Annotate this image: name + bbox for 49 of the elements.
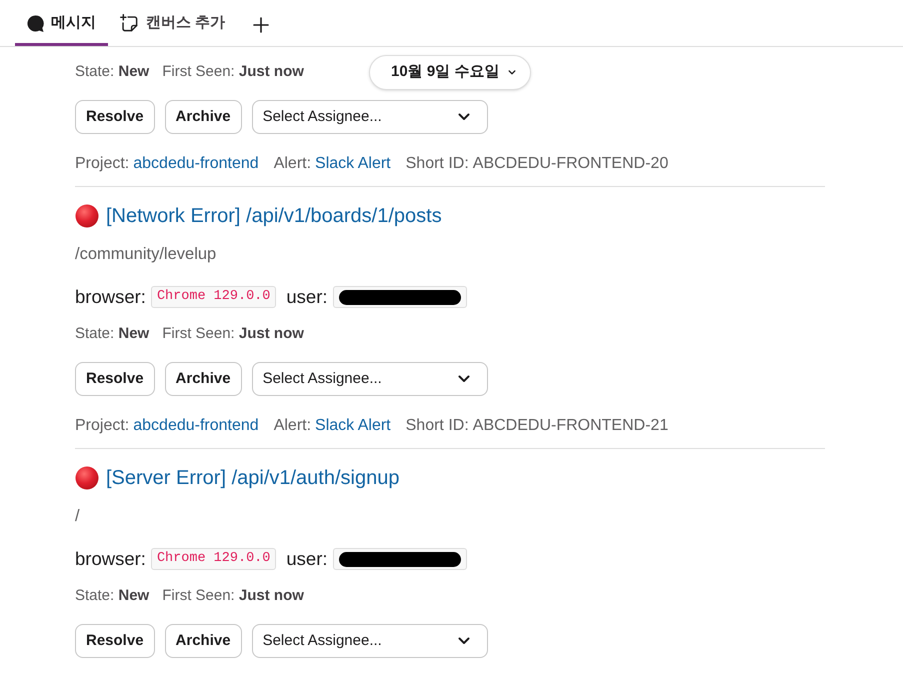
meta-link[interactable]: abcdedu-frontend	[133, 416, 259, 436]
meta-value: ABCDEDU-FRONTEND-20	[472, 154, 668, 174]
meta-label: Project:	[75, 154, 130, 174]
action-button[interactable]: Resolve	[75, 624, 155, 658]
assignee-select[interactable]: Select Assignee...	[252, 362, 488, 396]
meta-value: ABCDEDU-FRONTEND-21	[472, 416, 668, 436]
field-label: user:	[286, 285, 328, 310]
chevron-down-icon	[458, 113, 470, 121]
tab[interactable]: 캔버스 추가	[108, 0, 238, 46]
meta-link[interactable]: abcdedu-frontend	[133, 154, 259, 174]
alert-dot-icon	[75, 466, 99, 490]
plus-icon[interactable]	[253, 17, 270, 33]
url-path-text: /	[75, 506, 80, 526]
chevron-down-icon	[508, 70, 516, 75]
status-text: First Seen: Just now	[162, 324, 304, 344]
meta-link[interactable]: Slack Alert	[315, 416, 391, 436]
status-text: First Seen: Just now	[162, 586, 304, 606]
code-value: Chrome 129.0.0	[150, 548, 276, 570]
chevron-down-icon	[458, 637, 470, 645]
status-text: State: New	[75, 324, 150, 344]
status-text: First Seen: Just now	[162, 62, 304, 82]
meta-label: Short ID:	[406, 154, 469, 174]
assignee-select[interactable]: Select Assignee...	[252, 624, 488, 658]
date-divider-button[interactable]: 10월 9일 수요일	[369, 55, 532, 90]
action-button[interactable]: Resolve	[75, 362, 155, 396]
meta-label: Short ID:	[406, 416, 469, 436]
meta-link[interactable]: Slack Alert	[315, 154, 391, 174]
chevron-down-icon	[458, 375, 470, 383]
status-text: State: New	[75, 62, 150, 82]
code-value: Chrome 129.0.0	[150, 286, 276, 308]
field-label: browser:	[75, 285, 146, 310]
alert-title-link[interactable]: [Network Error] /api/v1/boards/1/posts	[106, 204, 442, 228]
url-path-text: /community/levelup	[75, 244, 216, 264]
meta-label: Project:	[75, 416, 130, 436]
alert-title-link[interactable]: [Server Error] /api/v1/auth/signup	[106, 466, 400, 490]
action-button[interactable]: Archive	[164, 362, 242, 396]
chat-bubble-icon	[27, 15, 44, 32]
canvas-add-icon	[120, 14, 139, 33]
action-button[interactable]: Archive	[164, 624, 242, 658]
status-text: State: New	[75, 586, 150, 606]
field-label: user:	[286, 547, 328, 572]
action-button[interactable]: Archive	[164, 100, 242, 134]
tab[interactable]: 메시지	[15, 0, 108, 46]
field-label: browser:	[75, 547, 146, 572]
meta-label: Alert:	[274, 154, 312, 174]
alert-dot-icon	[75, 204, 99, 228]
assignee-select[interactable]: Select Assignee...	[252, 100, 488, 134]
action-button[interactable]: Resolve	[75, 100, 155, 134]
meta-label: Alert:	[274, 416, 312, 436]
